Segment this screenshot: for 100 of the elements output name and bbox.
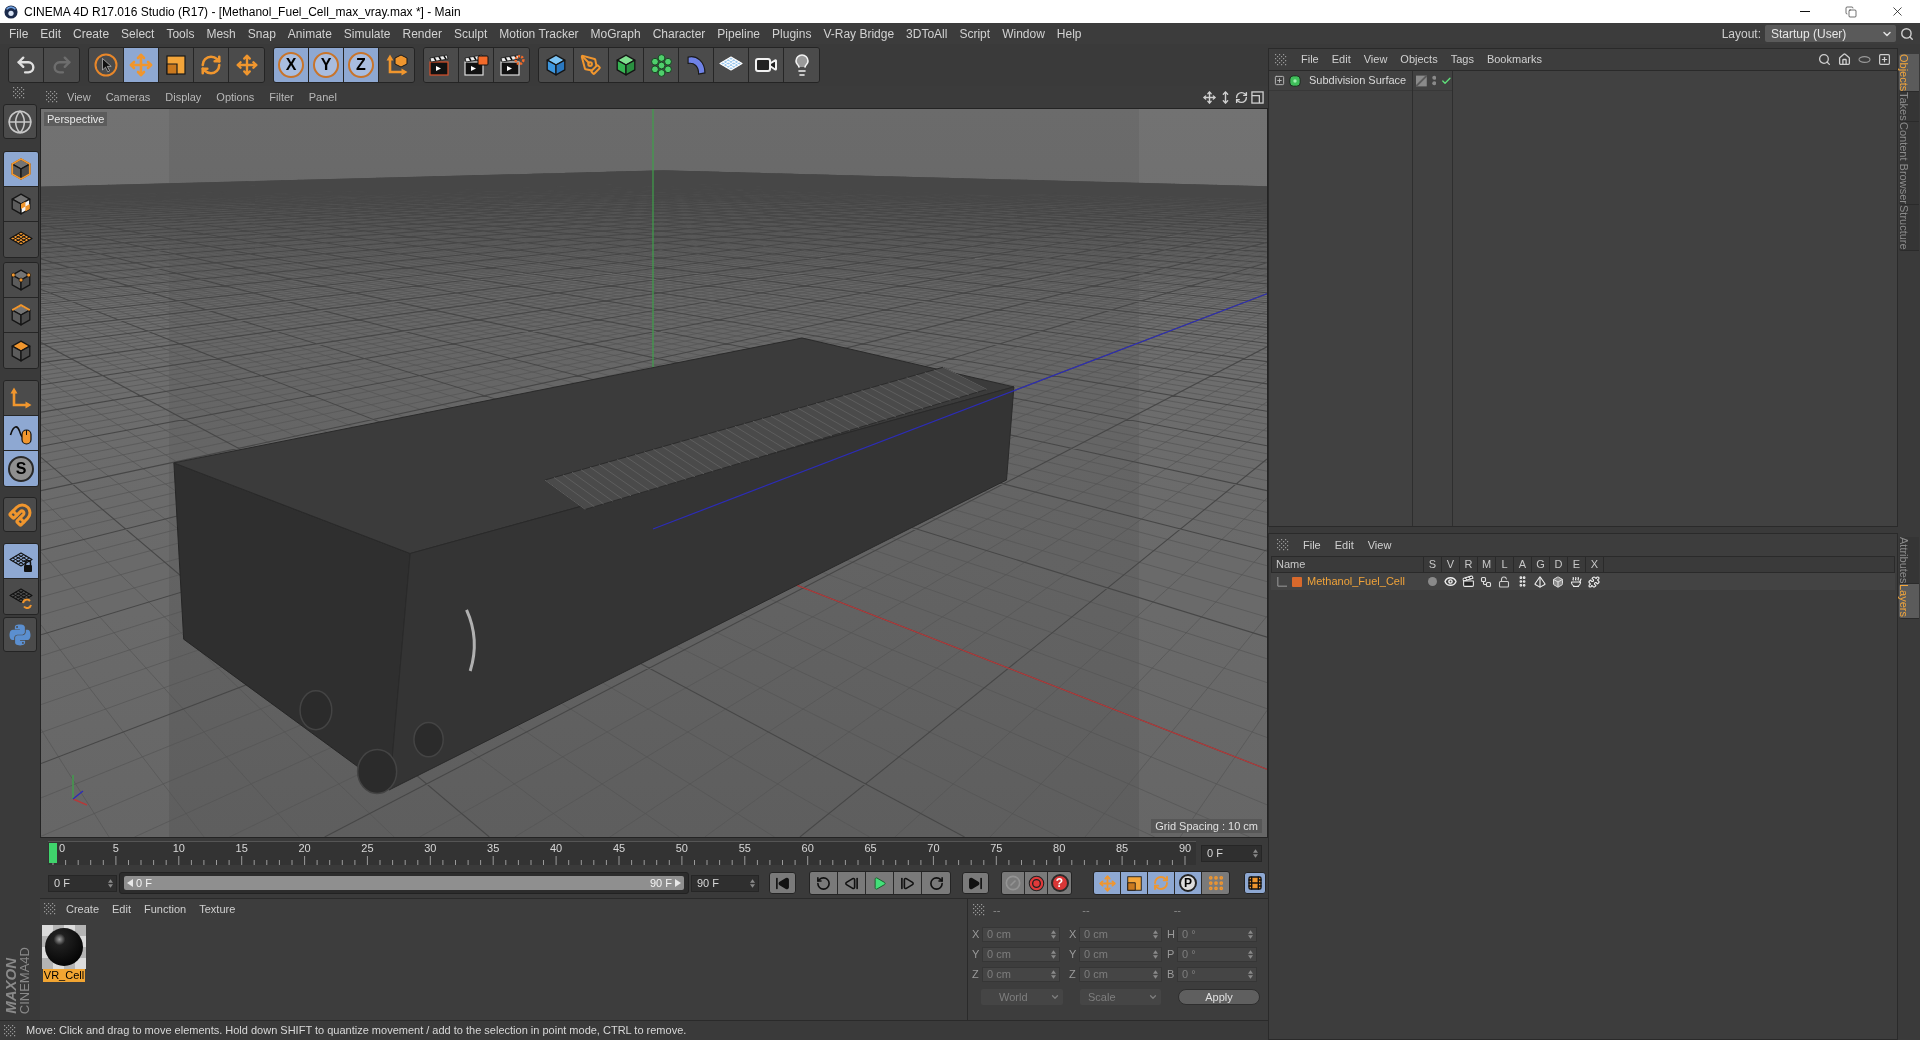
menu-item[interactable]: Panel [308, 88, 337, 106]
timeline-button[interactable] [1244, 872, 1266, 894]
keyframe-help-button[interactable]: ? [1048, 872, 1071, 894]
home-icon[interactable] [1838, 53, 1851, 66]
menu-item[interactable]: Display [165, 88, 202, 106]
column-header[interactable]: S [1423, 557, 1441, 572]
undo-button[interactable] [9, 48, 44, 82]
menu-item[interactable]: Edit [1334, 536, 1354, 554]
column-header[interactable]: E [1567, 557, 1585, 572]
next-frame-button[interactable] [894, 872, 922, 894]
slashed-square-icon[interactable] [1416, 74, 1427, 87]
visibility-toggle-icon[interactable] [1431, 75, 1437, 86]
column-header[interactable]: D [1549, 557, 1567, 572]
move-view-icon[interactable] [1203, 90, 1216, 104]
menu-item[interactable]: Texture [199, 900, 236, 918]
drag-handle-icon[interactable] [1275, 53, 1287, 66]
menu-item[interactable]: Edit [40, 24, 62, 43]
side-tab[interactable]: Content Browser [1899, 122, 1919, 205]
menu-item[interactable]: View [67, 88, 91, 106]
menu-item[interactable]: Motion Tracker [499, 24, 579, 43]
apply-button[interactable]: Apply [1178, 989, 1260, 1005]
menu-item[interactable]: Objects [1400, 51, 1438, 68]
render-settings-button[interactable] [494, 48, 529, 82]
menu-item[interactable]: Script [959, 24, 991, 43]
menu-item[interactable]: Create [73, 24, 110, 43]
rotate-view-icon[interactable] [1235, 90, 1248, 104]
edges-mode-button[interactable] [4, 298, 38, 333]
menu-item[interactable]: Animate [287, 24, 332, 43]
menu-item[interactable]: Simulate [343, 24, 391, 43]
start-frame-field[interactable]: 0 F [48, 874, 117, 892]
add-icon[interactable] [1878, 53, 1891, 66]
menu-item[interactable]: Edit [1331, 51, 1351, 68]
polygons-mode-button[interactable] [4, 333, 38, 368]
menu-item[interactable]: Function [144, 900, 187, 918]
column-header[interactable]: G [1531, 557, 1549, 572]
menu-item[interactable]: 3DToAll [906, 24, 948, 43]
column-header[interactable]: Name [1272, 557, 1423, 572]
menu-item[interactable]: Window [1002, 24, 1045, 43]
python-button[interactable] [3, 617, 37, 652]
go-to-start-button[interactable] [769, 872, 796, 894]
coordinate-system-button[interactable] [379, 48, 414, 82]
column-header[interactable]: L [1495, 557, 1513, 572]
column-header[interactable]: X [1585, 557, 1603, 572]
menu-item[interactable]: Tools [166, 24, 195, 43]
menu-item[interactable]: Help [1056, 24, 1082, 43]
side-tab[interactable]: Attributes [1899, 537, 1919, 585]
axis-lock-button[interactable]: Z [344, 48, 379, 82]
workplane-lock-button[interactable] [4, 544, 38, 579]
column-header[interactable]: A [1513, 557, 1531, 572]
side-tab[interactable]: Takes [1899, 92, 1919, 123]
move-tool-button[interactable] [124, 48, 159, 82]
last-tool-button[interactable] [229, 48, 264, 82]
menu-item[interactable]: Tags [1450, 51, 1474, 68]
scale-key-button[interactable] [1121, 872, 1148, 894]
menu-item[interactable]: Sculpt [453, 24, 488, 43]
oval-icon[interactable] [1858, 56, 1871, 63]
parameter-key-button[interactable]: P [1175, 872, 1202, 894]
current-frame-field[interactable]: 0 F [1201, 844, 1262, 862]
menu-item[interactable]: File [9, 24, 29, 43]
previous-frame-button[interactable] [838, 872, 866, 894]
previous-key-button[interactable] [810, 872, 838, 894]
column-header[interactable]: V [1441, 557, 1459, 572]
cloner-button[interactable] [644, 48, 679, 82]
material-name[interactable]: VR_Cell [42, 969, 86, 982]
menu-item[interactable]: V-Ray Bridge [823, 24, 895, 43]
floor-button[interactable] [714, 48, 749, 82]
drag-handle-icon[interactable] [1277, 539, 1289, 551]
menu-item[interactable]: File [1301, 51, 1319, 68]
menu-item[interactable]: Cameras [105, 88, 151, 106]
workplane-align-button[interactable] [4, 579, 38, 614]
render-picture-button[interactable] [459, 48, 494, 82]
play-button[interactable] [866, 872, 894, 894]
select-tool-button[interactable] [89, 48, 124, 82]
menu-item[interactable]: Character [652, 24, 706, 43]
side-tab[interactable]: Structure [1899, 205, 1919, 251]
menu-item[interactable]: Plugins [772, 24, 812, 43]
menu-item[interactable]: Select [121, 24, 155, 43]
workplane-mode-button[interactable] [4, 222, 38, 257]
snap-button[interactable] [3, 497, 37, 532]
camera-button[interactable] [749, 48, 784, 82]
drag-handle-icon[interactable] [973, 904, 985, 916]
subdivision-button[interactable] [609, 48, 644, 82]
window-layout-icon[interactable] [1251, 90, 1264, 104]
model-mode-button[interactable] [4, 152, 38, 187]
column-header[interactable]: R [1459, 557, 1477, 572]
menu-item[interactable]: View [1367, 536, 1392, 554]
object-name[interactable]: Subdivision Surface [1309, 72, 1407, 89]
axis-mode-button[interactable] [4, 381, 38, 416]
timeline-ruler[interactable]: 0 5 10 15 20 25 30 35 40 45 50 55 60 65 70 75 80 85 90 [48, 841, 1196, 865]
menu-item[interactable]: Filter [269, 88, 294, 106]
drag-handle-icon[interactable] [46, 91, 58, 103]
playhead-marker[interactable] [49, 843, 57, 863]
axis-lock-button[interactable]: Y [309, 48, 344, 82]
menu-item[interactable]: File [1303, 536, 1321, 554]
tweak-mode-button[interactable] [4, 416, 38, 451]
texture-mode-button[interactable] [4, 187, 38, 222]
menu-item[interactable]: Render [402, 24, 442, 43]
points-mode-button[interactable] [4, 263, 38, 298]
menu-item[interactable]: Pipeline [717, 24, 761, 43]
rotate-key-button[interactable] [1148, 872, 1175, 894]
